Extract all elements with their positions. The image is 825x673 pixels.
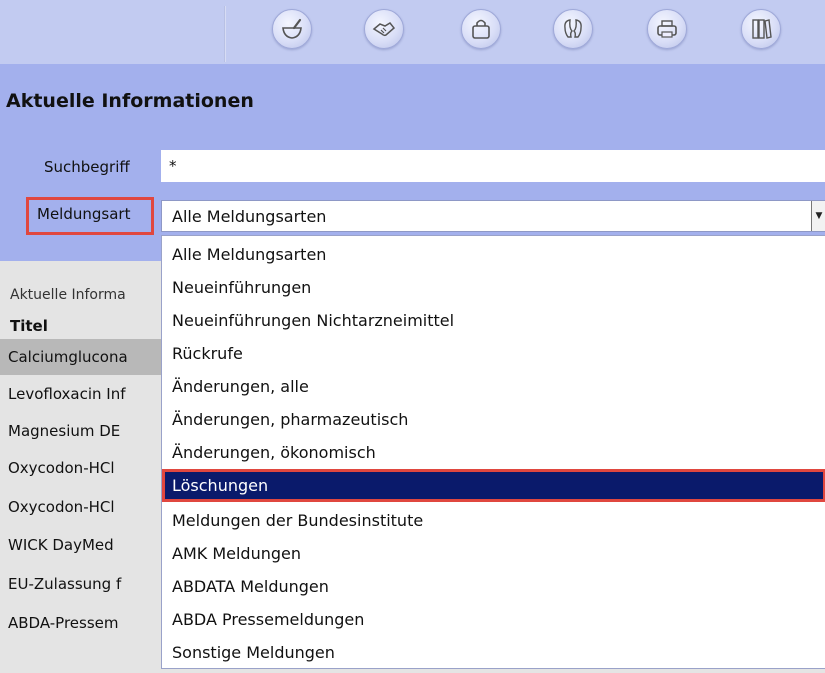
dropdown-option[interactable]: Rückrufe <box>162 337 825 370</box>
mortar-pestle-icon[interactable] <box>272 9 312 49</box>
toolbar-separator <box>224 6 226 62</box>
dropdown-option[interactable]: Sonstige Meldungen <box>162 636 825 668</box>
binders-icon[interactable] <box>741 9 781 49</box>
column-header-title[interactable]: Titel <box>10 317 48 335</box>
faces-icon[interactable] <box>553 9 593 49</box>
table-cell-title: Magnesium DE <box>8 422 121 440</box>
table-cell-title: Oxycodon-HCl <box>8 459 115 477</box>
dropdown-option[interactable]: ABDATA Meldungen <box>162 570 825 603</box>
dropdown-option[interactable]: Alle Meldungsarten <box>162 238 825 271</box>
dropdown-option[interactable]: AMK Meldungen <box>162 537 825 570</box>
results-caption: Aktuelle Informa <box>10 287 126 303</box>
table-cell-title: Oxycodon-HCl <box>8 498 115 516</box>
search-input[interactable] <box>161 150 825 182</box>
dropdown-option[interactable]: ABDA Pressemeldungen <box>162 603 825 636</box>
dropdown-option[interactable]: Änderungen, ökonomisch <box>162 436 825 469</box>
dropdown-option[interactable]: Änderungen, alle <box>162 370 825 403</box>
table-cell-title: WICK DayMed <box>8 536 114 554</box>
message-type-selected-value: Alle Meldungsarten <box>172 206 327 226</box>
handshake-icon[interactable] <box>364 9 404 49</box>
message-type-label: Meldungsart <box>37 205 131 223</box>
message-type-dropdown-list: Alle Meldungsarten Neueinführungen Neuei… <box>161 235 825 669</box>
table-cell-title: Levofloxacin Inf <box>8 385 126 403</box>
page-title: Aktuelle Informationen <box>6 90 254 112</box>
table-cell-title: Calciumglucona <box>8 348 128 366</box>
printer-icon[interactable] <box>647 9 687 49</box>
dropdown-option[interactable]: Änderungen, pharmazeutisch <box>162 403 825 436</box>
chevron-down-icon[interactable]: ▼ <box>811 201 825 231</box>
shopping-bag-icon[interactable] <box>461 9 501 49</box>
dropdown-option[interactable]: Neueinführungen <box>162 271 825 304</box>
toolbar <box>0 0 825 64</box>
table-cell-title: ABDA-Pressem <box>8 614 119 632</box>
dropdown-option[interactable]: Neueinführungen Nichtarzneimittel <box>162 304 825 337</box>
message-type-select[interactable]: Alle Meldungsarten ▼ <box>161 200 825 232</box>
search-label: Suchbegriff <box>44 158 130 176</box>
dropdown-option-highlighted[interactable]: Löschungen <box>162 469 825 502</box>
table-cell-title: EU-Zulassung f <box>8 575 122 593</box>
dropdown-option[interactable]: Meldungen der Bundesinstitute <box>162 504 825 537</box>
